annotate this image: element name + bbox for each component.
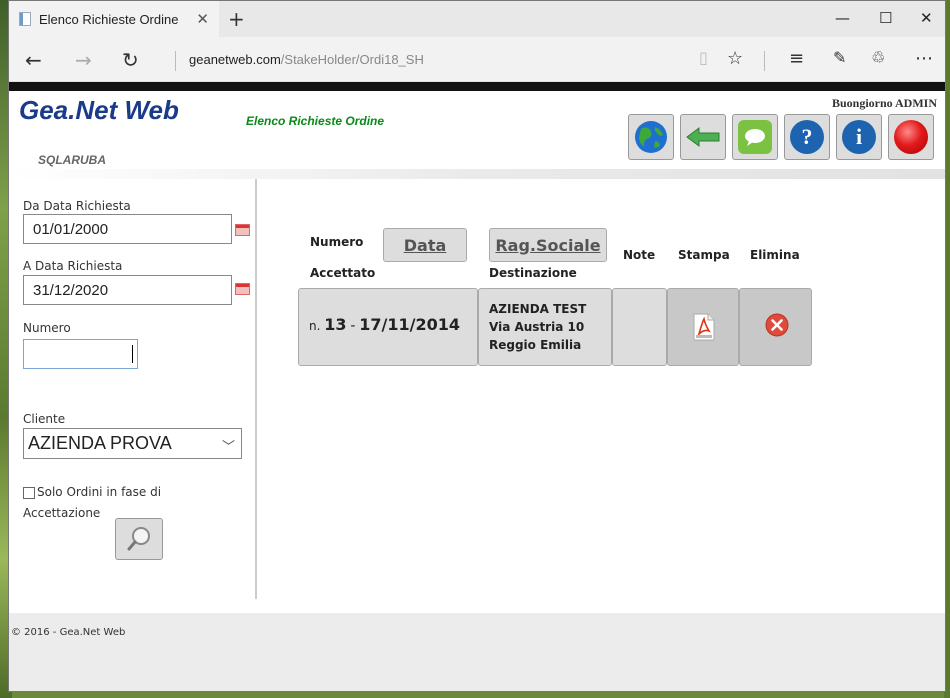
table-row-number-cell[interactable]: n. 13 - 17/11/2014 [298, 288, 478, 366]
more-icon[interactable]: ⋯ [915, 48, 933, 69]
client-select[interactable]: AZIENDA PROVA ﹀ [23, 428, 242, 459]
number-label: Numero [23, 321, 71, 335]
date-from-input[interactable]: 01/01/2000 [23, 214, 232, 244]
company-street: Via Austria 10 [489, 320, 585, 334]
header-accettato: Accettato [310, 266, 376, 280]
back-icon[interactable]: ← [25, 48, 42, 72]
browser-window: Elenco Richieste Ordine ✕ + — ☐ ✕ ← → ↻ … [8, 0, 946, 692]
arrow-left-icon [686, 127, 720, 147]
page-top-bar [9, 82, 945, 91]
tab-close-icon[interactable]: ✕ [196, 10, 209, 28]
table-row-note-cell[interactable] [612, 288, 667, 366]
window-close-icon[interactable]: ✕ [920, 9, 933, 27]
page-footer: © 2016 - Gea.Net Web [9, 613, 945, 691]
header-destinazione: Destinazione [489, 266, 577, 280]
search-button[interactable] [115, 518, 163, 560]
date-to-input[interactable]: 31/12/2020 [23, 275, 232, 305]
number-input[interactable] [23, 339, 138, 369]
company-city: Reggio Emilia [489, 338, 582, 352]
help-button[interactable]: ? [784, 114, 830, 160]
date-from-label: Da Data Richiesta [23, 199, 131, 213]
new-tab-icon[interactable]: + [228, 7, 245, 31]
header-divider [9, 169, 945, 179]
header-stampa: Stampa [678, 248, 730, 262]
pdf-icon [693, 313, 715, 341]
exit-button[interactable] [888, 114, 934, 160]
back-button[interactable] [680, 114, 726, 160]
app-header: Gea.Net Web Elenco Richieste Ordine SQLA… [9, 91, 945, 179]
filter-sidebar: Da Data Richiesta 01/01/2000 A Data Rich… [9, 179, 257, 599]
chat-icon [738, 120, 772, 154]
forward-icon[interactable]: → [75, 48, 92, 72]
order-number-dash: - [350, 318, 356, 334]
acceptance-checkbox-label: Solo Ordini in fase di [37, 485, 162, 499]
globe-icon [635, 121, 667, 153]
url-path: /StakeHolder/Ordi18_SH [280, 52, 424, 67]
order-date: 17/11/2014 [359, 315, 460, 334]
order-number-prefix: n. [309, 319, 321, 333]
text-cursor [132, 345, 133, 363]
browser-tab[interactable]: Elenco Richieste Ordine ✕ [9, 1, 219, 37]
calendar-icon[interactable] [235, 283, 250, 295]
url-host: geanetweb.com [189, 52, 281, 67]
app-logo: Gea.Net Web [19, 95, 179, 125]
tab-title: Elenco Richieste Ordine [39, 11, 179, 27]
page-favicon-icon [19, 12, 31, 26]
chevron-down-icon: ﹀ [221, 439, 235, 454]
table-row-destination-cell[interactable]: AZIENDA TEST Via Austria 10 Reggio Emili… [478, 288, 612, 366]
header-numero: Numero [310, 235, 364, 249]
reading-view-icon[interactable]: ▯ [699, 48, 708, 67]
info-button[interactable]: i [836, 114, 882, 160]
address-separator [175, 51, 176, 71]
print-button[interactable] [667, 288, 739, 366]
messages-button[interactable] [732, 114, 778, 160]
header-elimina: Elimina [750, 248, 800, 262]
copyright-text: © 2016 - Gea.Net Web [11, 627, 126, 638]
sort-by-company-button[interactable]: Rag.Sociale [489, 228, 607, 262]
toolbar-separator [764, 51, 765, 71]
refresh-icon[interactable]: ↻ [122, 48, 139, 72]
user-greeting: Buongiorno ADMIN [831, 96, 937, 110]
magnifier-icon [127, 527, 150, 551]
info-icon: i [842, 120, 876, 154]
delete-icon [765, 313, 789, 337]
database-name: SQLARUBA [38, 153, 106, 167]
company-name: AZIENDA TEST [489, 302, 587, 316]
tab-bar: Elenco Richieste Ordine ✕ + — ☐ ✕ [9, 1, 945, 37]
exit-icon [894, 120, 928, 154]
page-title: Elenco Richieste Ordine [246, 114, 385, 128]
hub-icon[interactable]: ≡ [789, 48, 804, 69]
header-note: Note [623, 248, 656, 262]
calendar-icon[interactable] [235, 224, 250, 236]
acceptance-checkbox[interactable] [23, 487, 35, 499]
client-select-value: AZIENDA PROVA [28, 433, 172, 453]
page-content: Gea.Net Web Elenco Richieste Ordine SQLA… [9, 91, 945, 691]
share-icon[interactable]: ♲ [871, 48, 885, 67]
maximize-icon[interactable]: ☐ [879, 9, 892, 27]
web-note-icon[interactable]: ✎ [833, 48, 846, 67]
home-button[interactable] [628, 114, 674, 160]
order-number-value: 13 [324, 315, 347, 334]
address-bar: ← → ↻ geanetweb.com/StakeHolder/Ordi18_S… [9, 37, 945, 82]
delete-button[interactable] [739, 288, 812, 366]
sort-by-date-button[interactable]: Data [383, 228, 467, 262]
help-icon: ? [790, 120, 824, 154]
url-field[interactable]: geanetweb.com/StakeHolder/Ordi18_SH [189, 52, 424, 67]
date-to-label: A Data Richiesta [23, 259, 123, 273]
acceptance-checkbox-label-2: Accettazione [23, 506, 101, 520]
order-number: n. 13 - 17/11/2014 [309, 315, 460, 334]
favorite-star-icon[interactable]: ☆ [727, 48, 743, 69]
client-label: Cliente [23, 412, 66, 426]
minimize-icon[interactable]: — [835, 9, 850, 27]
